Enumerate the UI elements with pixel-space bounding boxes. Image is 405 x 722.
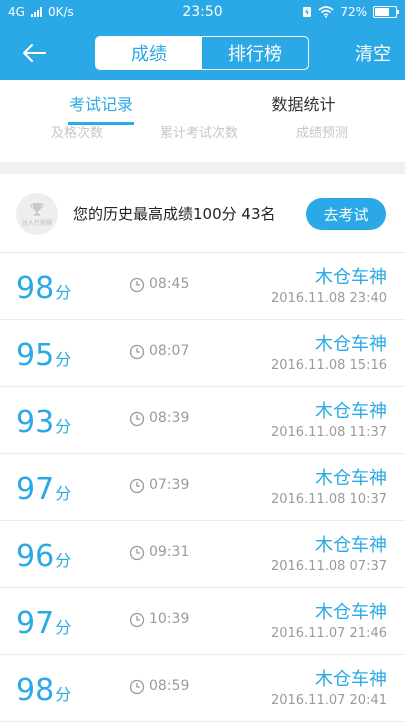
charging-icon bbox=[303, 7, 312, 17]
segment-ranking[interactable]: 排行榜 bbox=[202, 37, 308, 69]
record-date: 2016.11.08 07:37 bbox=[270, 559, 387, 574]
record-row[interactable]: 98分 08:45 木仓车神 2016.11.08 23:40 bbox=[0, 253, 405, 320]
record-date: 2016.11.08 11:37 bbox=[270, 425, 387, 440]
clock-icon bbox=[129, 545, 145, 561]
clock-icon bbox=[129, 612, 145, 628]
record-duration: 08:45 bbox=[149, 276, 190, 292]
record-duration: 07:39 bbox=[149, 477, 190, 493]
record-score: 98分 bbox=[16, 271, 72, 306]
clock-icon bbox=[129, 411, 145, 427]
section-divider bbox=[0, 162, 405, 174]
tab-statistics[interactable]: 数据统计 bbox=[202, 80, 405, 125]
record-date: 2016.11.08 23:40 bbox=[270, 291, 387, 306]
record-name: 木仓车神 bbox=[315, 401, 387, 422]
clear-button[interactable]: 清空 bbox=[355, 40, 391, 66]
segment-score[interactable]: 成绩 bbox=[96, 37, 202, 69]
best-score-text: 您的历史最高成绩100分 43名 bbox=[73, 205, 276, 223]
clock-icon bbox=[129, 478, 145, 494]
clock-icon bbox=[129, 679, 145, 695]
record-name: 木仓车神 bbox=[315, 669, 387, 690]
tab-bar: 考试记录 数据统计 bbox=[0, 80, 405, 125]
record-score: 98分 bbox=[16, 673, 72, 708]
arrow-left-icon bbox=[23, 44, 46, 62]
record-row[interactable]: 97分 10:39 木仓车神 2016.11.07 21:46 bbox=[0, 588, 405, 655]
record-score: 95分 bbox=[16, 338, 72, 373]
app-header: 成绩 排行榜 清空 bbox=[0, 26, 405, 80]
wifi-icon bbox=[318, 6, 334, 18]
segment-control: 成绩 排行榜 bbox=[95, 36, 309, 70]
trophy-badge: 达人已获得 bbox=[16, 193, 58, 235]
pass-count-label: 及格次数 bbox=[51, 126, 104, 141]
score-prediction-label: 成绩预测 bbox=[296, 126, 349, 141]
record-row[interactable]: 96分 09:31 木仓车神 2016.11.08 07:37 bbox=[0, 521, 405, 588]
record-row[interactable]: 95分 08:07 木仓车神 2016.11.08 15:16 bbox=[0, 320, 405, 387]
record-name: 木仓车神 bbox=[315, 267, 387, 288]
clock-icon bbox=[129, 277, 145, 293]
total-exams-label: 累计考试次数 bbox=[160, 126, 239, 141]
record-score: 97分 bbox=[16, 606, 72, 641]
trophy-text: 达人已获得 bbox=[21, 220, 52, 227]
clock-icon bbox=[129, 344, 145, 360]
record-name: 木仓车神 bbox=[315, 468, 387, 489]
status-bar: 4G 0K/s 23:50 72% bbox=[0, 0, 405, 26]
back-button[interactable] bbox=[12, 36, 56, 70]
record-date: 2016.11.07 20:41 bbox=[270, 693, 387, 708]
record-score: 93分 bbox=[16, 405, 72, 440]
record-row[interactable]: 93分 08:39 木仓车神 2016.11.08 11:37 bbox=[0, 387, 405, 454]
trophy-icon bbox=[30, 203, 44, 216]
record-row[interactable]: 97分 07:39 木仓车神 2016.11.08 10:37 bbox=[0, 454, 405, 521]
record-duration: 09:31 bbox=[149, 544, 190, 560]
take-exam-button[interactable]: 去考试 bbox=[306, 198, 386, 230]
record-name: 木仓车神 bbox=[315, 602, 387, 623]
battery-icon bbox=[373, 6, 399, 18]
record-duration: 10:39 bbox=[149, 611, 190, 627]
stats-labels: 及格次数 累计考试次数 成绩预测 bbox=[0, 124, 405, 146]
tab-exam-records[interactable]: 考试记录 bbox=[0, 80, 202, 125]
status-right: 72% bbox=[302, 5, 399, 19]
record-score: 96分 bbox=[16, 539, 72, 574]
record-name: 木仓车神 bbox=[315, 535, 387, 556]
battery-percent: 72% bbox=[340, 5, 367, 19]
record-date: 2016.11.08 10:37 bbox=[270, 492, 387, 507]
record-date: 2016.11.08 15:16 bbox=[270, 358, 387, 373]
record-duration: 08:39 bbox=[149, 410, 190, 426]
record-date: 2016.11.07 21:46 bbox=[270, 626, 387, 641]
record-row[interactable]: 98分 08:59 木仓车神 2016.11.07 20:41 bbox=[0, 655, 405, 722]
record-name: 木仓车神 bbox=[315, 334, 387, 355]
record-duration: 08:59 bbox=[149, 678, 190, 694]
record-score: 97分 bbox=[16, 472, 72, 507]
record-duration: 08:07 bbox=[149, 343, 190, 359]
best-score-summary: 达人已获得 您的历史最高成绩100分 43名 去考试 bbox=[0, 174, 405, 253]
